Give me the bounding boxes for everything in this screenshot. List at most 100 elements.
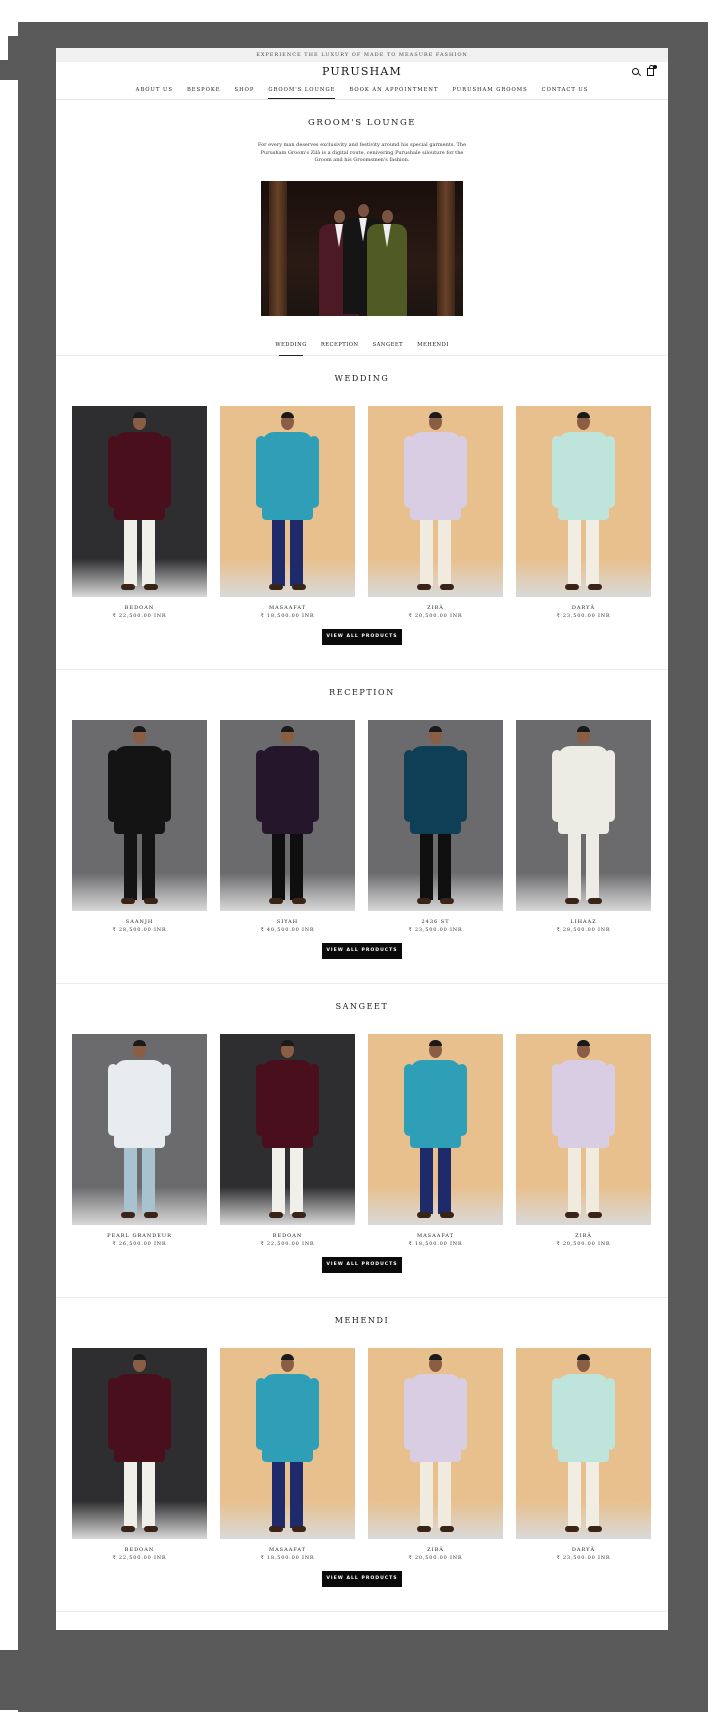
tab-wedding[interactable]: WEDDING [275, 342, 307, 356]
product-name[interactable]: DARYĀ [516, 1547, 651, 1553]
product-name[interactable]: SIYAH [220, 919, 355, 925]
frame-edge [0, 1650, 30, 1710]
frame-edge [680, 28, 700, 48]
product-image[interactable] [368, 405, 503, 597]
product-card[interactable]: ZIBĀ ₹ 20,500.00 INR [368, 1347, 503, 1561]
product-image[interactable] [368, 1347, 503, 1539]
product-name[interactable]: LIHAAZ [516, 919, 651, 925]
product-image[interactable] [368, 1033, 503, 1225]
product-image[interactable] [220, 1033, 355, 1225]
product-card[interactable]: DARYĀ ₹ 23,500.00 INR [516, 1347, 651, 1561]
header-icons [632, 65, 657, 76]
search-icon[interactable] [632, 68, 639, 75]
product-name[interactable]: ZIBĀ [516, 1233, 651, 1239]
product-card[interactable]: BEDOAN ₹ 22,500.00 INR [72, 1347, 207, 1561]
product-name[interactable]: ZIBĀ [368, 605, 503, 611]
product-image[interactable] [220, 405, 355, 597]
product-price: ₹ 18,500.00 INR [408, 1240, 463, 1247]
product-price: ₹ 22,500.00 INR [112, 612, 167, 619]
main-nav: ABOUT US BESPOKE SHOP GROOM'S LOUNGE BOOK AN… [56, 80, 668, 100]
section-wedding: WEDDING BEDOAN ₹ 22,500.00 INR MASAAFAT ₹ 18… [56, 356, 668, 670]
product-name[interactable]: BEDOAN [220, 1233, 355, 1239]
product-name[interactable]: BEDOAN [72, 605, 207, 611]
collection-sections: WEDDING BEDOAN ₹ 22,500.00 INR MASAAFAT ₹ 18… [56, 356, 668, 1612]
section-title: WEDDING [334, 373, 390, 383]
product-name[interactable]: DARYĀ [516, 605, 651, 611]
product-price: ₹ 18,500.00 INR [260, 612, 315, 619]
product-price: ₹ 18,500.00 INR [260, 1554, 315, 1561]
product-price: ₹ 28,500.00 INR [112, 926, 167, 933]
product-price: ₹ 22,500.00 INR [112, 1554, 167, 1561]
nav-item-groom-s-lounge[interactable]: GROOM'S LOUNGE [268, 80, 336, 99]
product-card[interactable]: ZIBĀ ₹ 20,500.00 INR [516, 1033, 651, 1247]
product-grid: PEARL GRANDEUR ₹ 26,500.00 INR BEDOAN ₹ 22,… [56, 1033, 668, 1247]
product-card[interactable]: BEDOAN ₹ 22,500.00 INR [220, 1033, 355, 1247]
product-name[interactable]: SAANJH [72, 919, 207, 925]
product-card[interactable]: ZIBĀ ₹ 20,500.00 INR [368, 405, 503, 619]
product-name[interactable]: MASAAFAT [220, 605, 355, 611]
screenshot-frame: EXPERIENCE THE LUXURY OF MADE TO MEASURE… [0, 0, 721, 1725]
product-card[interactable]: MASAAFAT ₹ 18,500.00 INR [220, 405, 355, 619]
product-image[interactable] [72, 405, 207, 597]
product-image[interactable] [72, 719, 207, 911]
product-name[interactable]: MASAAFAT [220, 1547, 355, 1553]
product-card[interactable]: MASAAFAT ₹ 18,500.00 INR [220, 1347, 355, 1561]
nav-item-shop[interactable]: SHOP [235, 80, 255, 99]
product-image[interactable] [516, 405, 651, 597]
product-image[interactable] [516, 1347, 651, 1539]
product-name[interactable]: 2436 ST [368, 919, 503, 925]
product-name[interactable]: PEARL GRANDEUR [72, 1233, 207, 1239]
hero-figure [367, 209, 407, 316]
product-image[interactable] [516, 1033, 651, 1225]
brand-logo[interactable]: PURUSHAM [56, 62, 668, 82]
product-image[interactable] [72, 1033, 207, 1225]
nav-item-contact-us[interactable]: CONTACT US [542, 80, 589, 99]
section-title: RECEPTION [329, 687, 395, 697]
product-grid: BEDOAN ₹ 22,500.00 INR MASAAFAT ₹ 18,500.00… [56, 1347, 668, 1561]
product-grid: BEDOAN ₹ 22,500.00 INR MASAAFAT ₹ 18,500.00… [56, 405, 668, 619]
product-card[interactable]: LIHAAZ ₹ 28,500.00 INR [516, 719, 651, 933]
product-image[interactable] [220, 719, 355, 911]
product-card[interactable]: MASAAFAT ₹ 18,500.00 INR [368, 1033, 503, 1247]
view-all-products-button[interactable]: VIEW ALL PRODUCTS [322, 1256, 402, 1273]
product-card[interactable]: BEDOAN ₹ 22,500.00 INR [72, 405, 207, 619]
product-card[interactable]: SIYAH ₹ 40,500.00 INR [220, 719, 355, 933]
nav-item-about-us[interactable]: ABOUT US [136, 80, 173, 99]
product-price: ₹ 20,500.00 INR [408, 612, 463, 619]
cart-badge [653, 65, 657, 69]
tab-sangeet[interactable]: SANGEET [373, 342, 404, 355]
view-all-products-button[interactable]: VIEW ALL PRODUCTS [322, 942, 402, 959]
section-mehendi: MEHENDI BEDOAN ₹ 22,500.00 INR MASAAFAT ₹ 18… [56, 1298, 668, 1612]
tab-mehendi[interactable]: MEHENDI [417, 342, 449, 355]
product-card[interactable]: DARYĀ ₹ 23,500.00 INR [516, 405, 651, 619]
product-name[interactable]: BEDOAN [72, 1547, 207, 1553]
product-image[interactable] [220, 1347, 355, 1539]
product-price: ₹ 23,500.00 INR [556, 1554, 611, 1561]
nav-item-book-an-appointment[interactable]: BOOK AN APPOINTMENT [349, 80, 438, 99]
hero-image [261, 180, 463, 316]
page-title: GROOM'S LOUNGE [308, 118, 416, 128]
product-card[interactable]: SAANJH ₹ 28,500.00 INR [72, 719, 207, 933]
product-price: ₹ 23,500.00 INR [556, 612, 611, 619]
hero-pillar [437, 180, 455, 316]
view-all-products-button[interactable]: VIEW ALL PRODUCTS [322, 628, 402, 645]
product-price: ₹ 28,500.00 INR [556, 926, 611, 933]
product-card[interactable]: 2436 ST ₹ 23,500.00 INR [368, 719, 503, 933]
bag-icon[interactable] [647, 65, 657, 76]
product-card[interactable]: PEARL GRANDEUR ₹ 26,500.00 INR [72, 1033, 207, 1247]
product-name[interactable]: MASAAFAT [368, 1233, 503, 1239]
product-image[interactable] [516, 719, 651, 911]
nav-item-bespoke[interactable]: BESPOKE [187, 80, 221, 99]
view-all-products-button[interactable]: VIEW ALL PRODUCTS [322, 1570, 402, 1587]
product-price: ₹ 20,500.00 INR [408, 1554, 463, 1561]
product-price: ₹ 40,500.00 INR [260, 926, 315, 933]
product-image[interactable] [368, 719, 503, 911]
nav-item-purusham-grooms[interactable]: PURUSHAM GROOMS [452, 80, 527, 99]
product-name[interactable]: ZIBĀ [368, 1547, 503, 1553]
section-title: SANGEET [335, 1001, 389, 1011]
product-image[interactable] [72, 1347, 207, 1539]
hero-pillar [269, 180, 287, 316]
web-page: EXPERIENCE THE LUXURY OF MADE TO MEASURE… [56, 48, 668, 1630]
tab-reception[interactable]: RECEPTION [321, 342, 359, 355]
section-title: MEHENDI [334, 1315, 390, 1325]
